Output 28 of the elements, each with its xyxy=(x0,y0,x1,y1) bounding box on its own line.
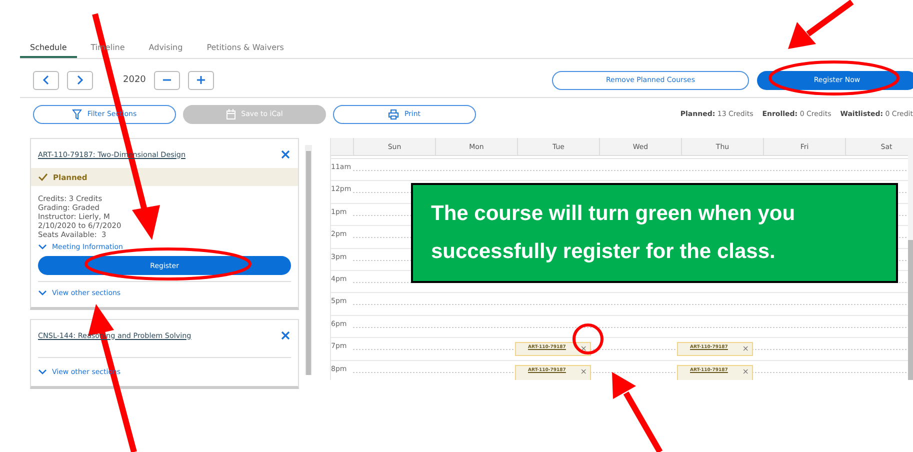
callout-box: The course will turn green when you successfully register for the class. xyxy=(411,183,898,283)
add-term-button[interactable] xyxy=(188,70,214,90)
remove-event-button[interactable]: × xyxy=(580,366,587,380)
term-label: 2020 xyxy=(123,75,146,85)
arrow xyxy=(788,0,854,49)
calendar-icon xyxy=(226,108,236,120)
tab[interactable]: Advising xyxy=(138,38,193,58)
next-button[interactable] xyxy=(67,70,93,90)
highlight-circle xyxy=(572,324,604,354)
scrollbar[interactable] xyxy=(305,145,312,375)
chevron-down-icon xyxy=(38,369,47,375)
close-icon[interactable] xyxy=(281,150,290,158)
tab[interactable]: Schedule xyxy=(20,38,77,58)
previous-button[interactable] xyxy=(33,70,59,90)
printer-icon xyxy=(388,108,400,120)
chevron-down-icon xyxy=(38,244,47,250)
close-icon[interactable] xyxy=(281,330,290,340)
remove-event-button[interactable]: × xyxy=(580,343,587,356)
remove-event-button[interactable]: × xyxy=(742,343,749,356)
tab[interactable]: Petitions & Waivers xyxy=(196,38,294,58)
plus-icon xyxy=(196,75,206,85)
chevron-right-icon xyxy=(76,75,84,85)
remove-event-button[interactable]: × xyxy=(742,366,749,380)
chevron-down-icon xyxy=(38,290,47,296)
filter-icon xyxy=(72,108,82,120)
check-icon xyxy=(38,173,48,181)
scrollbar[interactable] xyxy=(908,155,913,380)
chevron-left-icon xyxy=(42,75,50,85)
